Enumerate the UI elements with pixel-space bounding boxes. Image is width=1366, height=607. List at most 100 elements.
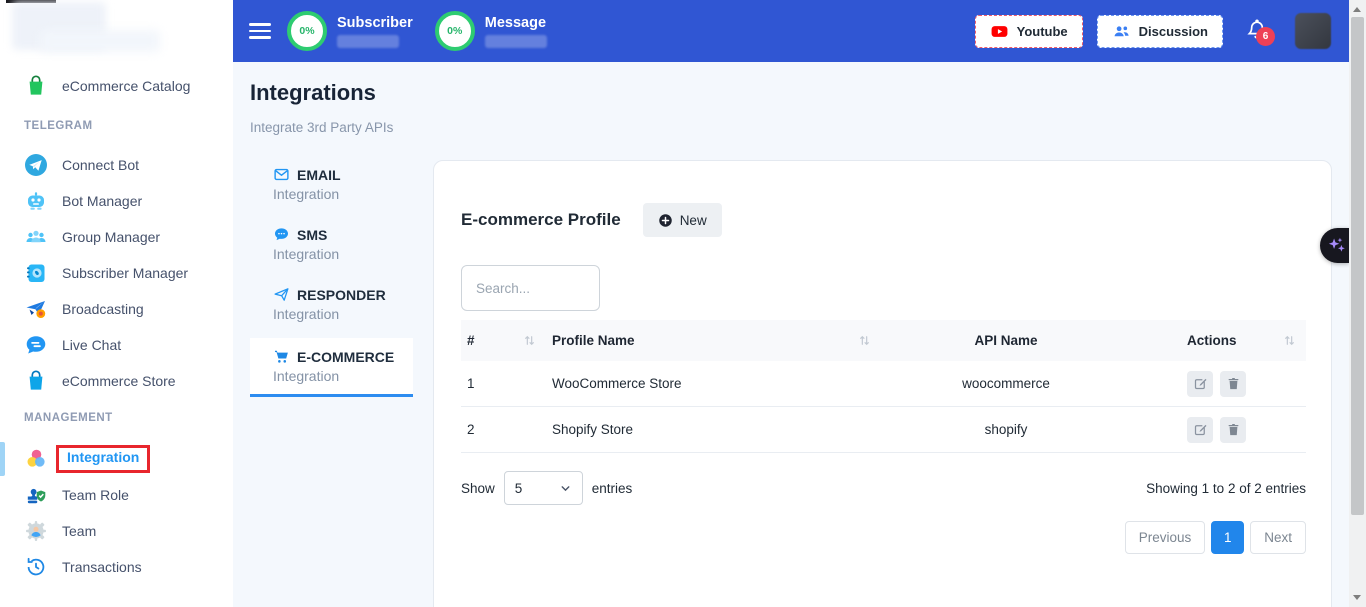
tab-title: RESPONDER [297,287,386,303]
team-gear-icon [24,519,48,543]
integration-subnav: EMAIL Integration SMS Integration RESPON… [250,158,413,404]
message-stat-label: Message [485,15,547,31]
app-logo-blur [40,30,160,52]
tab-sms-integration[interactable]: SMS Integration [250,218,413,271]
edit-button[interactable] [1187,371,1213,397]
robot-icon [24,189,48,213]
sidebar-item-team[interactable]: Team [0,513,233,549]
trash-icon [1226,376,1241,391]
delete-button[interactable] [1220,417,1246,443]
scroll-up-arrow-icon[interactable] [1353,7,1361,12]
sidebar-item-ecommerce-store[interactable]: eCommerce Store [0,363,233,399]
sidebar-item-label: Connect Bot [62,157,139,173]
ai-assistant-fab[interactable] [1320,228,1349,263]
users-icon [1112,22,1131,41]
profile-name-cell: Shopify Store [546,422,881,437]
message-stat-redacted-value [485,35,547,48]
subscriber-stat-label: Subscriber [337,15,413,31]
message-progress-ring: 0% [435,11,475,51]
sidebar-item-bot-manager[interactable]: Bot Manager [0,183,233,219]
column-header-api-name[interactable]: API Name [974,333,1037,348]
show-label: Show [461,481,495,496]
column-header-num[interactable]: # [467,333,475,348]
sidebar-item-label: Broadcasting [62,301,144,317]
chat-bubble-icon [24,333,48,357]
pagination-next-button[interactable]: Next [1250,521,1306,554]
tab-ecommerce-integration[interactable]: E-COMMERCE Integration [250,338,413,397]
paper-plane-icon [273,286,290,303]
tab-subtitle: Integration [273,306,413,322]
new-button-label: New [680,213,707,228]
notifications-button[interactable]: 6 [1245,18,1271,44]
sort-icon[interactable] [1283,334,1296,347]
tab-title: SMS [297,227,327,243]
history-clock-icon [24,555,48,579]
group-people-icon [24,225,48,249]
user-avatar[interactable] [1295,13,1331,49]
sidebar-item-connect-bot[interactable]: Connect Bot [0,147,233,183]
new-profile-button[interactable]: New [643,203,722,237]
sidebar-item-integration[interactable]: Integration [0,441,233,477]
envelope-icon [273,166,290,183]
sidebar-item-label: Team [62,523,96,539]
card-heading: E-commerce Profile [461,210,621,230]
row-number: 2 [461,422,546,437]
sidebar-item-live-chat[interactable]: Live Chat [0,327,233,363]
table-row: 1 WooCommerce Store woocommerce [461,361,1306,407]
sort-icon[interactable] [523,334,536,347]
sidebar-item-label: Bot Manager [62,193,142,209]
menu-toggle-icon[interactable] [249,23,271,39]
entries-label: entries [592,481,633,496]
column-header-profile-name[interactable]: Profile Name [552,333,635,348]
tab-email-integration[interactable]: EMAIL Integration [250,158,413,211]
entries-per-page-select[interactable]: 5 [504,471,583,505]
delete-button[interactable] [1220,371,1246,397]
sparkles-icon [1322,235,1348,257]
column-header-actions[interactable]: Actions [1187,333,1237,348]
sidebar-item-label: Team Role [62,487,129,503]
trash-icon [1226,422,1241,437]
sidebar-item-transactions[interactable]: Transactions [0,549,233,585]
contact-book-icon [24,261,48,285]
profiles-table: # Profile Name API Name Actions [461,320,1306,453]
message-usage-stat: 0% Message [435,11,547,51]
sidebar-item-label: Subscriber Manager [62,265,188,281]
table-summary: Showing 1 to 2 of 2 entries [1146,481,1306,496]
vertical-scrollbar[interactable] [1349,0,1366,607]
sidebar-item-team-role[interactable]: Team Role [0,477,233,513]
shopping-cart-icon [273,348,290,365]
store-bag-icon [24,369,48,393]
edit-pencil-icon [1193,376,1208,391]
scrollbar-thumb[interactable] [1351,17,1364,515]
api-name-cell: shopify [881,422,1131,437]
tab-responder-integration[interactable]: RESPONDER Integration [250,278,413,331]
top-navbar: 0% Subscriber 0% Message Youtube Discuss… [233,0,1349,62]
edit-button[interactable] [1187,417,1213,443]
sidebar: eCommerce Catalog TELEGRAM Connect Bot B… [0,0,233,607]
subscriber-progress-ring: 0% [287,11,327,51]
page-subtitle: Integrate 3rd Party APIs [250,120,393,135]
sidebar-item-label: Group Manager [62,229,160,245]
scroll-down-arrow-icon[interactable] [1353,595,1361,600]
youtube-button[interactable]: Youtube [975,15,1083,48]
sidebar-item-broadcasting[interactable]: Broadcasting [0,291,233,327]
telegram-plane-icon [24,153,48,177]
youtube-icon [990,22,1009,41]
palette-circles-icon [24,447,48,471]
annotation-highlight-box: Integration [56,445,150,473]
discussion-button[interactable]: Discussion [1097,15,1223,48]
sidebar-item-subscriber-manager[interactable]: Subscriber Manager [0,255,233,291]
api-name-cell: woocommerce [881,376,1131,391]
chevron-down-icon [559,482,572,495]
sidebar-item-label: Live Chat [62,337,121,353]
table-header-row: # Profile Name API Name Actions [461,320,1306,361]
sort-icon[interactable] [858,334,871,347]
tab-subtitle: Integration [273,246,413,262]
shopping-bag-icon [24,74,48,98]
sidebar-item-group-manager[interactable]: Group Manager [0,219,233,255]
pagination-previous-button[interactable]: Previous [1125,521,1206,554]
search-input[interactable] [461,265,600,311]
pagination-page-1-button[interactable]: 1 [1211,521,1244,554]
sidebar-item-ecommerce-catalog[interactable]: eCommerce Catalog [0,68,233,104]
tab-title: E-COMMERCE [297,349,394,365]
